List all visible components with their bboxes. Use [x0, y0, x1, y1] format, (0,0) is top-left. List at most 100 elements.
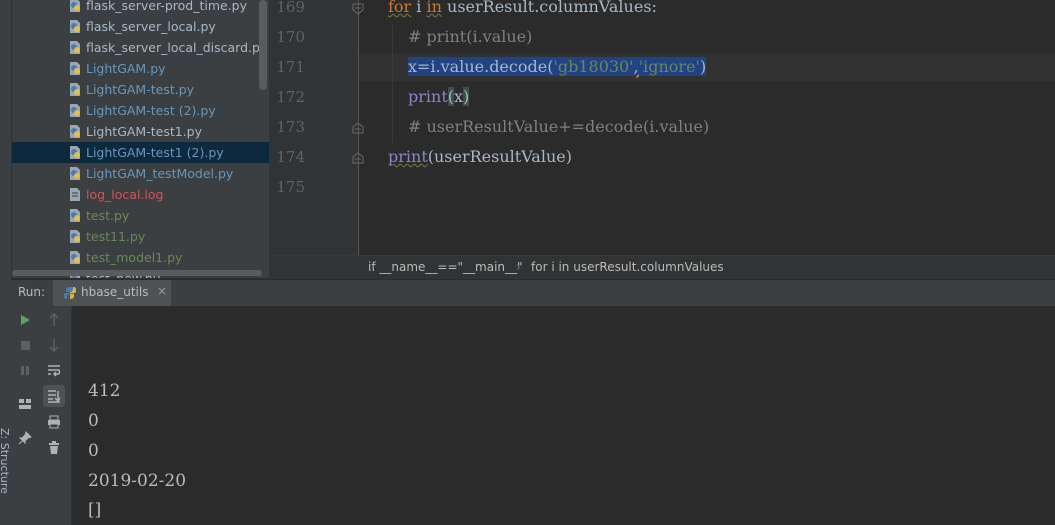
code-line-170: # print(i.value) — [408, 27, 533, 46]
arrow-down-icon — [49, 339, 59, 352]
console-line: 0 — [88, 441, 99, 461]
string-gb18030: 'gb18030' — [553, 57, 634, 76]
python-file-icon — [70, 41, 80, 54]
python-file-icon — [70, 146, 80, 159]
file-name: flask_server_local_discard.py — [86, 40, 268, 55]
scroll-to-end-button[interactable] — [43, 385, 65, 407]
file-tree-item[interactable]: LightGAM-test1 (2).py — [12, 142, 269, 163]
print-argument: x — [454, 87, 464, 106]
python-file-icon — [70, 20, 80, 33]
loop-variable: i — [411, 0, 427, 16]
line-number: 173 — [276, 118, 305, 136]
run-label: Run: — [18, 285, 46, 299]
printer-icon — [48, 415, 60, 429]
clear-all-button[interactable] — [43, 437, 65, 459]
fold-marker-icon[interactable] — [352, 3, 364, 15]
run-tab-hbase-utils[interactable]: hbase_utils × — [53, 280, 171, 306]
file-tree-item[interactable]: flask_server_local.py — [12, 16, 269, 37]
fold-marker-icon[interactable] — [352, 152, 364, 164]
keyword-in: in — [426, 0, 442, 16]
project-scrollbar[interactable] — [259, 0, 267, 90]
scroll-to-end-icon — [48, 390, 61, 403]
close-icon[interactable]: × — [157, 284, 167, 298]
file-name: LightGAM-test1 (2).py — [86, 145, 224, 160]
console-line: 412 — [88, 381, 121, 401]
arrow-up-icon — [49, 313, 59, 326]
python-file-icon — [70, 83, 80, 96]
file-name: flask_server_local.py — [86, 19, 216, 34]
rerun-button[interactable] — [14, 309, 36, 331]
project-horizontal-scrollbar[interactable] — [12, 270, 269, 276]
file-tree-item[interactable]: LightGAM-test (2).py — [12, 100, 269, 121]
file-tree-item[interactable]: test_model1.py — [12, 247, 269, 268]
console-line: [] — [88, 500, 102, 520]
code-line-169: for i in userResult.columnValues: — [388, 0, 657, 16]
python-file-icon — [64, 287, 76, 299]
console-output[interactable] — [72, 306, 1055, 525]
file-name: flask_server-prod_time.py — [86, 0, 247, 13]
file-name: log_local.log — [86, 187, 164, 202]
line-number: 171 — [276, 58, 305, 76]
file-tree-item[interactable]: LightGAM.py — [12, 58, 269, 79]
close-paren: ) — [699, 57, 707, 76]
code-line-171: x=i.value.decode('gb18030','ignore') — [408, 57, 707, 76]
python-file-icon — [70, 0, 80, 12]
file-name: LightGAM-test1.py — [86, 124, 202, 139]
breadcrumb: if __name__=="__main__" › for i in userR… — [269, 255, 1055, 279]
keyword-for: for — [388, 0, 412, 16]
breadcrumb-item-main[interactable]: if __name__=="__main__" — [368, 260, 523, 274]
pin-button[interactable] — [14, 427, 36, 449]
python-file-icon — [70, 230, 80, 243]
python-file-icon — [70, 209, 80, 222]
file-name: test.py — [86, 208, 130, 223]
file-tree-item[interactable]: LightGAM_testModel.py — [12, 163, 269, 184]
line-number: 169 — [276, 0, 305, 16]
python-file-icon — [70, 62, 80, 75]
file-tree-item[interactable]: flask_server-prod_time.py — [12, 0, 269, 16]
code-line-173: # userResultValue+=decode(i.value) — [408, 117, 710, 136]
line-number: 174 — [276, 148, 305, 166]
python-file-icon — [70, 251, 80, 264]
code-line-174: print(userResultValue) — [388, 147, 572, 166]
pause-icon — [21, 365, 29, 375]
trash-icon — [49, 441, 59, 454]
python-file-icon — [70, 167, 80, 180]
print-builtin: print — [408, 87, 448, 106]
print-button[interactable] — [43, 411, 65, 433]
decode-call: x=i.value.decode( — [408, 57, 554, 76]
file-name: test_model1.py — [86, 250, 183, 265]
string-ignore: 'ignore' — [638, 57, 700, 76]
close-paren: ) — [463, 87, 470, 106]
console-line: 0 — [88, 411, 99, 431]
indent-guide — [392, 25, 393, 143]
fold-marker-icon[interactable] — [352, 122, 364, 134]
line-number: 175 — [276, 178, 305, 196]
log-file-icon — [70, 188, 80, 201]
loop-iterable: userResult.columnValues: — [441, 0, 657, 16]
soft-wrap-button[interactable] — [43, 359, 65, 381]
python-file-icon — [70, 104, 80, 117]
pause-button[interactable] — [14, 359, 36, 381]
run-toolbar — [11, 306, 72, 525]
stop-button[interactable] — [14, 334, 36, 356]
layout-icon — [19, 399, 31, 409]
file-tree-item[interactable]: log_local.log — [12, 184, 269, 205]
scroll-up-button[interactable] — [43, 309, 65, 331]
scroll-down-button[interactable] — [43, 334, 65, 356]
line-number: 172 — [276, 88, 305, 106]
file-tree-item[interactable]: LightGAM-test.py — [12, 79, 269, 100]
file-name: LightGAM_testModel.py — [86, 166, 234, 181]
breadcrumb-item-loop[interactable]: for i in userResult.columnValues — [531, 260, 724, 274]
file-tree-item[interactable]: test.py — [12, 205, 269, 226]
python-file-icon — [70, 125, 80, 138]
file-tree-item[interactable]: LightGAM-test1.py — [12, 121, 269, 142]
layout-button[interactable] — [14, 393, 36, 415]
breadcrumb-separator: › — [516, 260, 521, 274]
file-name: test11.py — [86, 229, 146, 244]
project-panel: flask_server-prod_time.py flask_server_lo… — [12, 0, 269, 278]
file-tree-item[interactable]: test11.py — [12, 226, 269, 247]
file-tree-item[interactable]: flask_server_local_discard.py — [12, 37, 269, 58]
print-builtin: print — [388, 147, 428, 166]
run-tab-label: hbase_utils — [81, 285, 149, 299]
file-name: LightGAM-test (2).py — [86, 103, 216, 118]
